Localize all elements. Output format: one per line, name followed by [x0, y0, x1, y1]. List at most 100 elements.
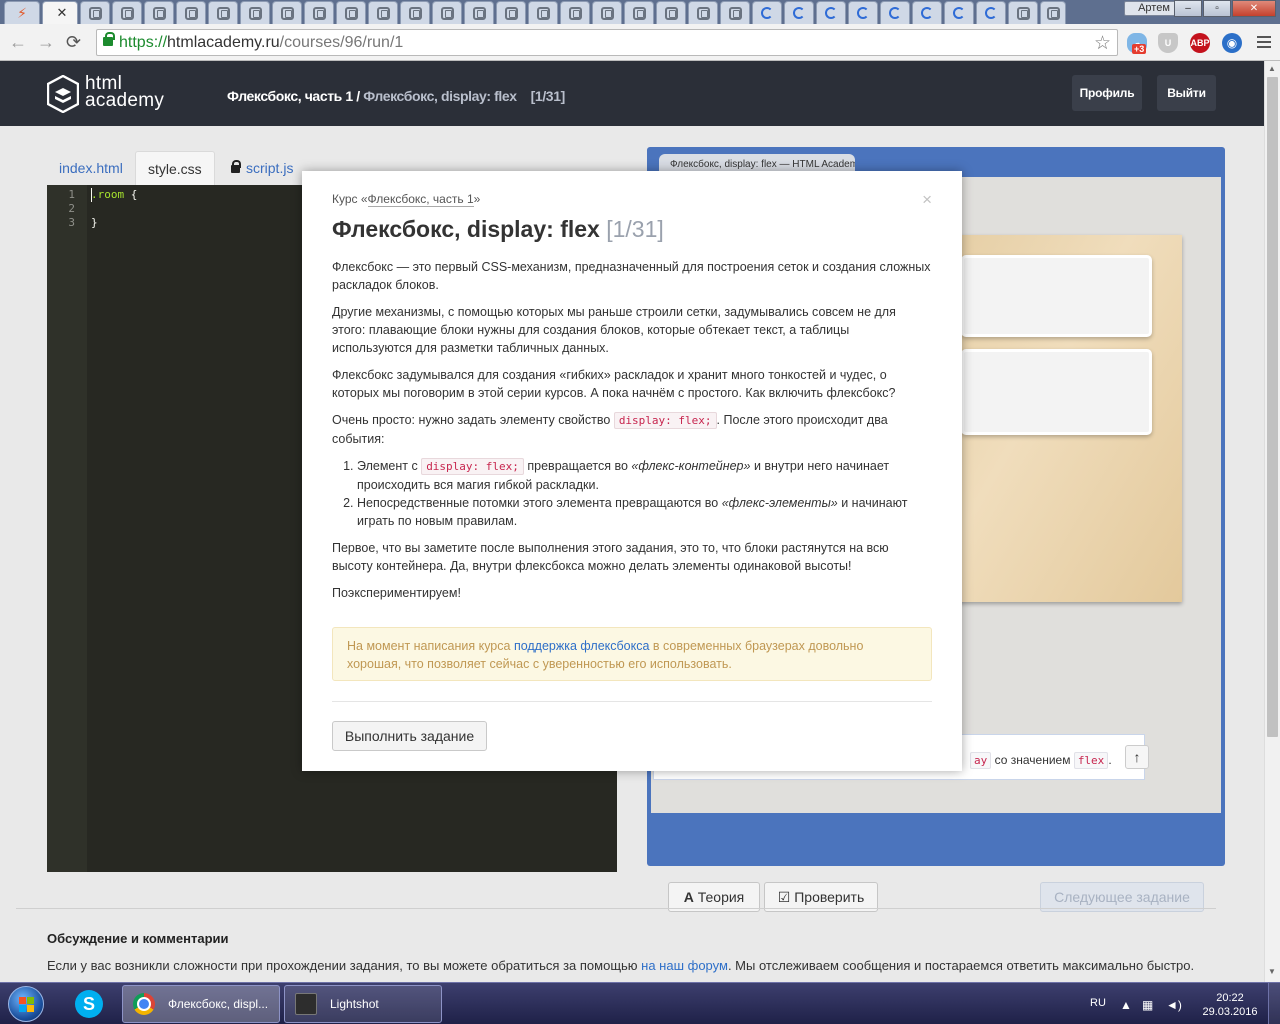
globe-extension-icon[interactable]: ◉ [1222, 33, 1242, 53]
taskbar-lightshot-label: Lightshot [330, 997, 379, 1011]
code-line[interactable]: .room { [91, 188, 137, 201]
breadcrumb-course-link[interactable]: Флексбокс, часть 1 [227, 88, 353, 104]
taskbar-chrome[interactable]: Флексбокс, displ... [122, 985, 280, 1023]
academy-logo-icon[interactable] [47, 75, 79, 113]
chrome-icon [133, 993, 155, 1015]
browser-tab[interactable] [528, 1, 558, 24]
task-hint: ay со значением flex. [970, 752, 1112, 769]
browser-tab[interactable] [400, 1, 430, 24]
close-icon[interactable]: × [922, 191, 932, 208]
tab-index-html[interactable]: index.html [47, 151, 135, 185]
page-content: html academy Флексбокс, часть 1 / Флексбо… [0, 61, 1264, 982]
browser-tab[interactable] [208, 1, 238, 24]
taskbar-chrome-label: Флексбокс, displ... [168, 997, 269, 1011]
browser-tabstrip: ⚡ ✕ Артем – ▫ ✕ [0, 0, 1280, 24]
close-tab-icon[interactable]: ✕ [57, 5, 68, 21]
forum-link[interactable]: на наш форум [641, 958, 728, 973]
reload-button[interactable]: ⟳ [66, 32, 81, 52]
url-text[interactable]: https://htmlacademy.ru/courses/96/run/1 [119, 34, 403, 52]
scrollbar-thumb[interactable] [1267, 77, 1278, 737]
code-line[interactable]: } [91, 216, 98, 229]
close-window-button[interactable]: ✕ [1232, 0, 1276, 17]
minimize-button[interactable]: – [1174, 0, 1202, 17]
network-icon[interactable]: ▦ [1142, 998, 1153, 1012]
browser-tab-loading[interactable] [752, 1, 782, 24]
browser-tab[interactable] [688, 1, 718, 24]
browser-tab[interactable] [592, 1, 622, 24]
browser-tab[interactable] [720, 1, 750, 24]
browser-tab[interactable] [112, 1, 142, 24]
browser-tab[interactable] [560, 1, 590, 24]
shield-extension-icon[interactable]: U [1158, 33, 1178, 53]
info-alert: На момент написания курса поддержка флек… [332, 627, 932, 681]
logo-wordmark[interactable]: html academy [85, 74, 164, 110]
page-scrollbar[interactable]: ▲ ▼ [1264, 61, 1280, 982]
tray-expand-icon[interactable]: ▲ [1120, 998, 1132, 1012]
browser-tab-loading[interactable] [944, 1, 974, 24]
checkbox-icon: ☑ [777, 889, 791, 905]
loading-icon [921, 7, 933, 19]
forward-button[interactable]: → [37, 32, 55, 52]
clock[interactable]: 20:22 29.03.2016 [1195, 991, 1265, 1019]
scroll-up-icon[interactable]: ▲ [1268, 64, 1276, 73]
browser-tab-active[interactable]: ✕ [42, 1, 78, 24]
taskbar-lightshot[interactable]: Lightshot [284, 985, 442, 1023]
loading-icon [985, 7, 997, 19]
browser-tab-loading[interactable] [784, 1, 814, 24]
browser-tab[interactable] [240, 1, 270, 24]
browser-tab[interactable] [144, 1, 174, 24]
browser-tab-flash[interactable]: ⚡ [4, 1, 40, 24]
browser-tab-loading[interactable] [912, 1, 942, 24]
language-indicator[interactable]: RU [1090, 997, 1106, 1009]
browser-tab[interactable] [624, 1, 654, 24]
browser-tab-loading[interactable] [976, 1, 1006, 24]
profile-button[interactable]: Профиль [1072, 75, 1142, 111]
back-button[interactable]: ← [9, 32, 27, 52]
paragraph: Другие механизмы, с помощью которых мы р… [332, 305, 896, 355]
browser-tab[interactable] [496, 1, 526, 24]
shield-icon [216, 6, 230, 20]
address-bar[interactable]: https://htmlacademy.ru/courses/96/run/1 … [96, 29, 1118, 56]
browser-tab[interactable] [80, 1, 110, 24]
lock-icon [103, 32, 115, 46]
tab-script-js-label: script.js [246, 160, 294, 176]
bookmark-star-icon[interactable]: ☆ [1094, 32, 1111, 55]
browser-tab[interactable] [1040, 1, 1066, 24]
browser-tab[interactable] [656, 1, 686, 24]
browser-tab[interactable] [1008, 1, 1038, 24]
scroll-down-icon[interactable]: ▼ [1268, 967, 1276, 976]
scroll-top-button[interactable]: ↑ [1125, 745, 1149, 769]
browser-tab-loading[interactable] [816, 1, 846, 24]
volume-icon[interactable]: ◄) [1166, 998, 1182, 1012]
shield-icon [248, 6, 262, 20]
maximize-button[interactable]: ▫ [1203, 0, 1231, 17]
browser-tab[interactable] [304, 1, 334, 24]
list-item-text: превращается во [523, 459, 632, 473]
browser-tab[interactable] [272, 1, 302, 24]
shield-icon [728, 6, 742, 20]
browser-tab[interactable] [432, 1, 462, 24]
flexbox-support-link[interactable]: поддержка флексбокса [514, 639, 650, 653]
skype-icon[interactable]: S [75, 990, 103, 1018]
tab-script-js[interactable]: script.js [219, 151, 305, 185]
browser-tab[interactable] [368, 1, 398, 24]
adblock-icon[interactable]: ABP [1190, 33, 1210, 53]
start-task-button[interactable]: Выполнить задание [332, 721, 487, 751]
breadcrumb-current: Флексбокс, display: flex [363, 88, 517, 104]
breadcrumb-separator: / [352, 88, 364, 104]
start-button[interactable] [8, 986, 44, 1022]
loading-icon [793, 7, 805, 19]
course-link[interactable]: Флексбокс, часть 1 [367, 192, 474, 207]
shield-icon [376, 6, 390, 20]
browser-menu-icon[interactable] [1257, 36, 1271, 50]
browser-tab[interactable] [464, 1, 494, 24]
shield-icon [88, 6, 102, 20]
tab-style-css[interactable]: style.css [135, 151, 215, 185]
browser-tab-loading[interactable] [848, 1, 878, 24]
browser-tab[interactable] [336, 1, 366, 24]
show-desktop-button[interactable] [1268, 983, 1280, 1024]
logout-button[interactable]: Выйти [1157, 75, 1216, 111]
browser-tab[interactable] [176, 1, 206, 24]
browser-tab-loading[interactable] [880, 1, 910, 24]
lightshot-icon [295, 993, 317, 1015]
